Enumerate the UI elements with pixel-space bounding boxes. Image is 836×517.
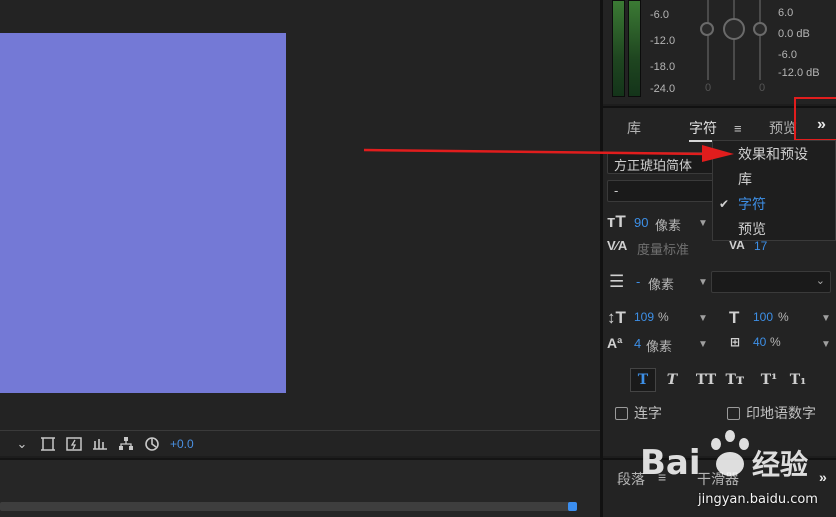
flowchart-icon[interactable] [116,435,136,453]
vertical-scale-icon: ↕T [607,308,626,327]
vertical-scale-value[interactable]: 109 [634,310,654,324]
superscript-button[interactable]: T¹ [756,368,782,392]
dropdown-arrow-icon[interactable]: ▼ [698,339,708,350]
baseline-shift-unit: 像素 [646,339,673,354]
timeline-panel [0,458,600,517]
timeline-end-handle[interactable] [568,502,577,511]
db-label: 0.0 dB [778,28,810,40]
timeline-ruler[interactable] [0,502,572,511]
hindi-digits-checkbox-box[interactable] [727,406,740,420]
baidu-logo: Bai 经验 [640,430,808,483]
tracking-value[interactable]: 17 [754,239,767,253]
svg-text:经验: 经验 [752,448,808,481]
menu-item-label: 字符 [738,196,766,212]
db-label: -6.0 [778,49,797,61]
menu-item-label: 效果和预设 [738,146,808,162]
subscript-button[interactable]: T₁ [785,368,811,392]
vertical-scale-unit: % [658,310,669,324]
watermark-url: jingyan.baidu.com [698,492,818,507]
menu-item-label: 预览 [738,221,766,237]
leading-unit: 像素 [648,277,675,292]
exposure-value[interactable]: +0.0 [170,437,194,451]
fader-track-center [733,0,735,80]
kerning-icon: V⁄A [607,238,628,253]
dropdown-arrow-icon[interactable]: ▼ [821,339,831,350]
kerning-value[interactable]: 度量标准 [637,239,689,258]
faux-bold-button[interactable]: T [630,368,656,392]
leading-icon: ☰ [609,272,625,291]
db-label: -18.0 [650,61,676,73]
db-label: -12.0 dB [778,67,820,79]
font-style-select[interactable]: - [607,180,719,202]
ligature-checkbox[interactable]: 连字 [615,403,662,423]
exposure-reset-icon[interactable] [142,435,162,453]
dropdown-arrow-icon[interactable]: ▼ [821,313,831,324]
fader-zero-label: 0 [759,82,766,94]
composition-canvas[interactable] [0,33,286,393]
svg-text:Bai: Bai [640,443,701,483]
tsume-value[interactable]: 40 [753,335,766,349]
leading-value[interactable]: - [636,274,640,289]
tab-library[interactable]: 库 [627,118,641,138]
font-size-icon: ᴛT [607,212,626,231]
faux-italic-button[interactable]: T [659,368,685,392]
tsume-icon: ⊞ [730,335,741,349]
highlight-box [794,97,836,141]
tab-preview[interactable]: 预览 [769,118,797,138]
horizontal-scale-unit: % [778,310,789,324]
fader-track-right [759,0,761,80]
menu-item-library[interactable]: 库 [713,167,835,191]
tsume-unit: % [770,335,781,349]
ligature-label: 连字 [634,405,662,421]
db-label: -12.0 [650,35,676,47]
panel-menu-icon[interactable]: ≡ [734,121,742,136]
menu-item-preview[interactable]: 预览 [713,217,835,241]
audio-panel: -6.0 -12.0 -18.0 -24.0 0 0 6.0 0.0 dB -6… [603,0,836,104]
ligature-checkbox-box[interactable] [615,406,628,420]
dropdown-arrow-icon[interactable]: ▼ [698,218,708,229]
audio-level-meter [612,0,644,97]
menu-item-character[interactable]: ✔ 字符 [713,192,835,216]
fader-track-left [707,0,709,80]
font-size-unit: 像素 [655,218,682,233]
db-label: -24.0 [650,83,676,95]
leading-color-select[interactable]: ⌄ [711,271,831,293]
db-label: -6.0 [650,9,669,21]
all-caps-button[interactable]: TT [693,368,719,392]
region-of-interest-icon[interactable] [38,435,58,453]
fast-preview-icon[interactable] [64,435,84,453]
dropdown-arrow-icon[interactable]: ▼ [698,313,708,324]
tab-character[interactable]: 字符 [689,118,717,138]
fader-zero-label: 0 [705,82,712,94]
font-size-value[interactable]: 90 [634,215,648,230]
horizontal-scale-icon: T [729,308,740,327]
fader-knob-center[interactable] [723,18,745,40]
composition-viewer[interactable] [0,0,600,430]
baseline-shift-value[interactable]: 4 [634,336,641,351]
horizontal-scale-value[interactable]: 100 [753,310,773,324]
menu-item-label: 库 [738,171,752,187]
hindi-digits-label: 印地语数字 [746,405,816,421]
annotation-arrow [363,145,734,162]
hindi-digits-checkbox[interactable]: 印地语数字 [727,403,816,423]
small-caps-button[interactable]: Tт [722,368,748,392]
dropdown-arrow-icon[interactable]: ▼ [698,277,708,288]
checkmark-icon: ✔ [719,197,730,211]
timeline-icon[interactable] [90,435,110,453]
fader-knob-right[interactable] [753,22,767,36]
baseline-shift-icon: Aª [607,335,623,351]
chevron-down-icon[interactable]: ⌄ [12,435,32,453]
meter-left-channel [612,0,625,97]
font-style-value: - [614,183,619,198]
baidu-watermark: Bai 经验 jingyan.baidu.com [640,422,836,517]
db-label: 6.0 [778,7,794,19]
fader-knob-left[interactable] [700,22,714,36]
viewer-toolbar: ⌄ +0.0 [0,430,600,456]
meter-right-channel [628,0,641,97]
chevron-down-icon: ⌄ [815,275,825,287]
